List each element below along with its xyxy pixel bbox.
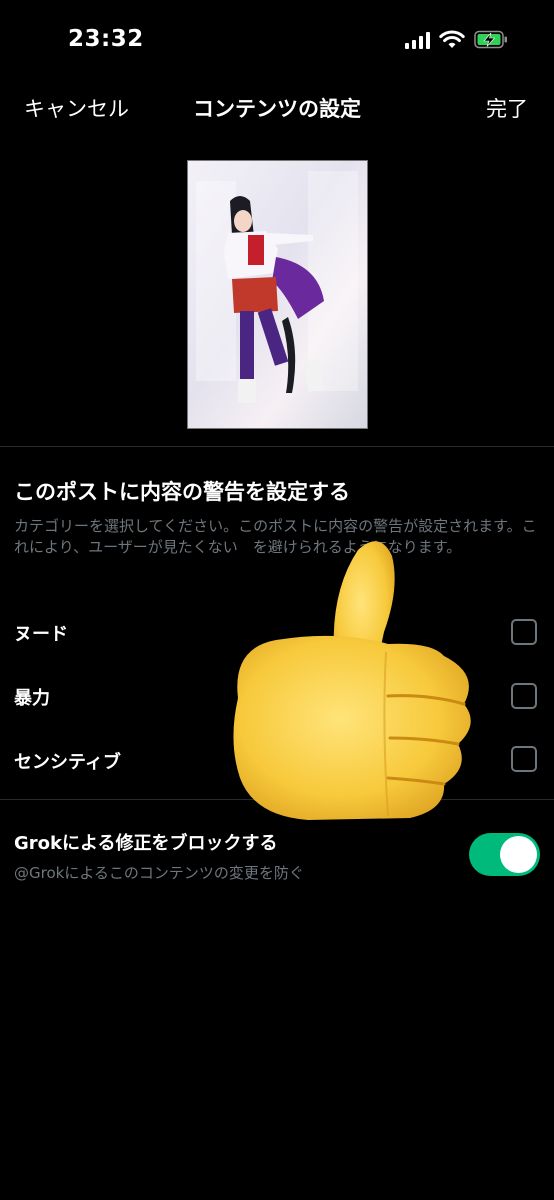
content-warning-title: このポストに内容の警告を設定する (14, 480, 350, 504)
status-time: 23:32 (68, 26, 144, 52)
thumbs-up-emoji-icon (218, 528, 478, 823)
grok-block-title: Grokによる修正をブロックする (14, 833, 278, 854)
wifi-icon (439, 30, 465, 48)
grok-block-toggle[interactable] (469, 833, 540, 876)
section-divider (0, 446, 554, 447)
battery-charging-icon (474, 30, 507, 49)
option-violence-checkbox[interactable] (511, 683, 537, 709)
option-violence-label: 暴力 (14, 688, 50, 709)
status-icons (405, 30, 508, 49)
media-preview[interactable] (187, 160, 368, 429)
option-sensitive-label: センシティブ (14, 752, 121, 773)
cancel-button[interactable]: キャンセル (24, 93, 129, 123)
toggle-knob (500, 836, 537, 873)
option-nudity-checkbox[interactable] (511, 619, 537, 645)
photo-thumbnail (188, 161, 367, 428)
done-button[interactable]: 完了 (486, 93, 528, 123)
grok-block-description: @Grokによるこのコンテンツの変更を防ぐ (14, 864, 304, 882)
signal-icon (405, 31, 430, 49)
option-sensitive-checkbox[interactable] (511, 746, 537, 772)
option-nudity-label: ヌード (14, 624, 68, 645)
